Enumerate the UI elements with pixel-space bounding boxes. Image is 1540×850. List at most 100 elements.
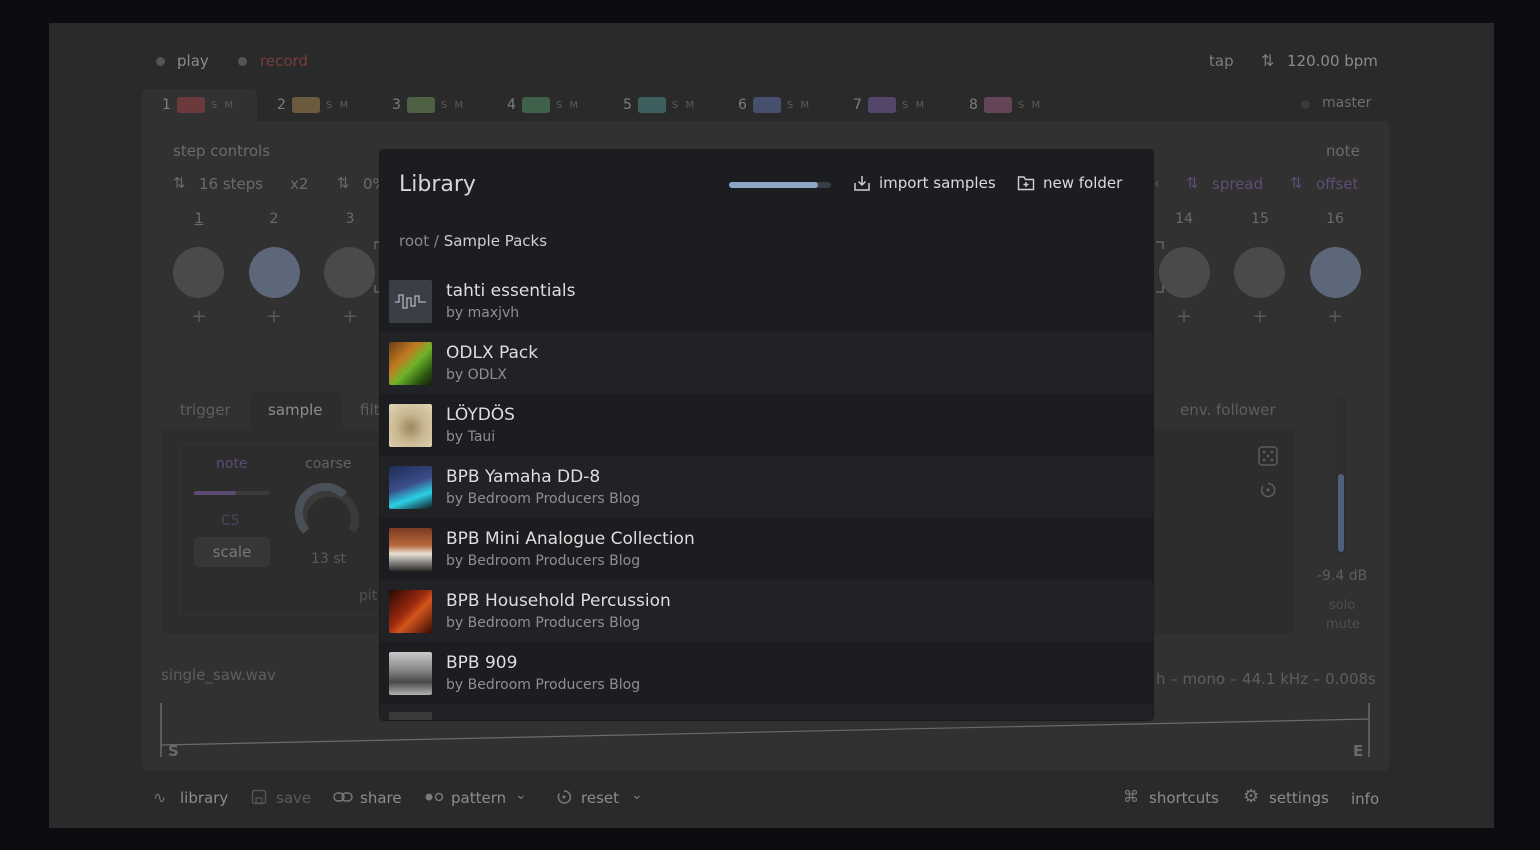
note-label: note — [216, 456, 248, 472]
dice-icon[interactable] — [1257, 445, 1279, 467]
reset-icon[interactable] — [1259, 481, 1277, 499]
start-marker[interactable]: S — [168, 742, 179, 760]
scale-button[interactable]: scale — [194, 537, 270, 567]
chevron-left-icon[interactable]: ‹ — [1154, 174, 1160, 192]
offset-control[interactable]: offset — [1316, 175, 1358, 193]
reset-button[interactable]: reset — [581, 789, 619, 807]
pack-name: BPB Yamaha DD-8 — [446, 467, 601, 487]
list-item[interactable]: LÖYDÖS by Taui — [380, 394, 1153, 456]
add-step-icon[interactable]: + — [1235, 306, 1285, 327]
spread-control[interactable]: spread — [1212, 175, 1263, 193]
track-tab-2[interactable]: 2 S M — [277, 89, 350, 121]
list-item[interactable]: BPB Yamaha DD-8 by Bedroom Producers Blo… — [380, 456, 1153, 518]
track-number: 4 — [507, 97, 516, 113]
add-step-icon[interactable]: + — [1159, 306, 1209, 327]
sort-arrows-icon: ⇅ — [173, 174, 186, 192]
track-tab-7[interactable]: 7 S M — [853, 89, 926, 121]
track-tab-5[interactable]: 5 S M — [623, 89, 696, 121]
new-folder-label: new folder — [1043, 174, 1123, 192]
new-folder-button[interactable]: new folder — [1017, 174, 1122, 192]
tab-sample[interactable]: sample — [268, 401, 323, 419]
step-3-button[interactable] — [324, 247, 375, 298]
track-number: 2 — [277, 97, 286, 113]
track-number: 8 — [969, 97, 978, 113]
add-step-icon[interactable]: + — [249, 306, 299, 327]
step-2-button[interactable] — [249, 247, 300, 298]
info-button[interactable]: info — [1351, 790, 1379, 808]
breadcrumb-root[interactable]: root — [399, 232, 429, 250]
play-indicator-icon — [156, 57, 165, 66]
pack-name: tahti essentials — [446, 281, 576, 301]
track-tab-6[interactable]: 6 S M — [738, 89, 811, 121]
sort-arrows-icon: ⇅ — [1186, 174, 1199, 192]
pack-author: by Bedroom Producers Blog — [446, 553, 641, 569]
add-step-icon[interactable]: + — [174, 306, 224, 327]
pack-author: by Taui — [446, 429, 496, 445]
sample-filename: single_saw.wav — [161, 666, 276, 684]
import-samples-button[interactable]: import samples — [853, 174, 996, 192]
pattern-button[interactable]: pattern — [451, 789, 506, 807]
chevron-down-icon[interactable]: ⌄ — [515, 787, 527, 803]
pack-cover-image — [389, 404, 432, 447]
tab-env-follower[interactable]: env. follower — [1180, 401, 1276, 419]
shortcuts-button[interactable]: shortcuts — [1149, 789, 1219, 807]
pack-name: BPB 909 — [446, 653, 518, 673]
list-item[interactable]: BPB 909 by Bedroom Producers Blog — [380, 642, 1153, 704]
track-tab-1[interactable]: 1 S M — [142, 89, 257, 121]
save-button[interactable]: save — [276, 789, 311, 807]
step-1-button[interactable] — [173, 247, 224, 298]
steps-count[interactable]: 16 steps — [199, 175, 263, 193]
list-item[interactable]: BPB Mini Analogue Collection by Bedroom … — [380, 518, 1153, 580]
record-button[interactable]: record — [260, 52, 308, 70]
multiplier[interactable]: x2 — [290, 175, 308, 193]
tab-trigger[interactable]: trigger — [180, 401, 231, 419]
coarse-label: coarse — [305, 456, 352, 472]
mute-button[interactable]: mute — [1326, 617, 1360, 632]
coarse-knob[interactable] — [294, 483, 364, 543]
volume-fader[interactable] — [1336, 395, 1346, 555]
track-color-swatch — [867, 97, 896, 113]
add-step-icon[interactable]: + — [1310, 306, 1360, 327]
solo-mute-label: S M — [671, 99, 697, 111]
note-slider[interactable] — [194, 491, 270, 495]
tab-filter[interactable]: filt — [360, 401, 380, 419]
sort-arrows-icon: ⇅ — [1290, 174, 1303, 192]
track-tab-4[interactable]: 4 S M — [507, 89, 580, 121]
chevron-down-icon[interactable]: ⌄ — [631, 787, 643, 803]
track-tab-3[interactable]: 3 S M — [392, 89, 465, 121]
share-button[interactable]: share — [360, 789, 402, 807]
list-item[interactable]: BPB Household Percussion by Bedroom Prod… — [380, 580, 1153, 642]
gear-icon: ⚙ — [1243, 786, 1260, 807]
master-tab[interactable]: master — [1322, 95, 1371, 111]
pack-author: by Bedroom Producers Blog — [446, 491, 641, 507]
step-14-button[interactable] — [1159, 247, 1210, 298]
list-item[interactable]: tahti essentials by maxjvh — [380, 270, 1153, 332]
pack-name: LÖYDÖS — [446, 405, 515, 425]
add-step-icon[interactable]: + — [325, 306, 375, 327]
track-number: 6 — [738, 97, 747, 113]
step-16-button[interactable] — [1310, 247, 1361, 298]
track-color-swatch — [176, 97, 205, 113]
solo-mute-label: S M — [210, 99, 236, 111]
pack-author: by Bedroom Producers Blog — [446, 615, 641, 631]
track-tab-8[interactable]: 8 S M — [969, 89, 1042, 121]
end-marker[interactable]: E — [1353, 742, 1363, 760]
note-value: C5 — [221, 513, 240, 529]
settings-button[interactable]: settings — [1269, 789, 1329, 807]
solo-button[interactable]: solo — [1329, 598, 1355, 613]
step-15-button[interactable] — [1234, 247, 1285, 298]
track-color-swatch — [521, 97, 550, 113]
bpm-value[interactable]: 120.00 bpm — [1287, 52, 1378, 70]
list-item[interactable]: ODLX Pack by ODLX — [380, 332, 1153, 394]
list-item-partial[interactable] — [380, 704, 1153, 720]
track-number: 3 — [392, 97, 401, 113]
note-label: note — [1326, 142, 1360, 160]
library-button[interactable]: library — [180, 789, 228, 807]
new-folder-icon — [1017, 176, 1035, 191]
solo-mute-label: S M — [325, 99, 351, 111]
record-indicator-icon — [238, 57, 247, 66]
pack-author: by maxjvh — [446, 305, 520, 321]
tap-button[interactable]: tap — [1209, 52, 1234, 70]
play-button[interactable]: play — [177, 52, 209, 70]
step-controls-label: step controls — [173, 142, 271, 160]
